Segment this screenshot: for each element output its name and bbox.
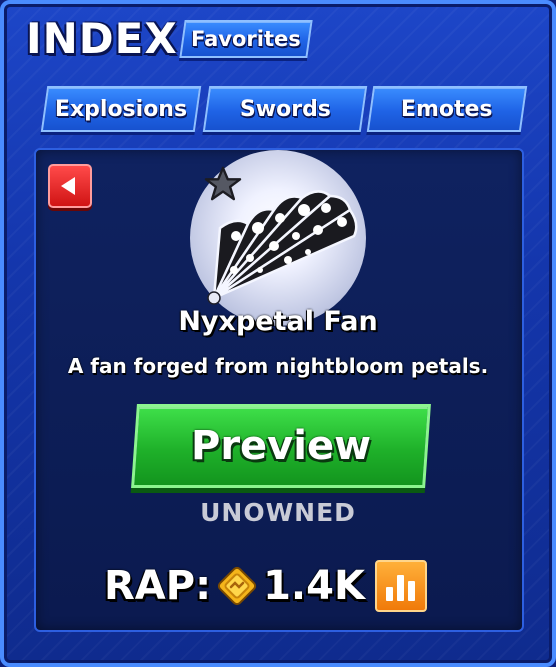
bar-chart-bar [386,587,394,601]
coin-icon [217,566,257,606]
preview-button-label: Preview [190,423,372,469]
index-title: INDEX [26,14,178,63]
star-icon[interactable] [204,166,242,202]
tab-swords[interactable]: Swords [202,86,368,132]
item-description: A fan forged from nightbloom petals. [67,354,489,378]
bar-chart-icon[interactable] [374,560,427,612]
rap-row: RAP: 1.4K [104,558,427,614]
back-arrow-icon [61,177,75,195]
rap-value: 1.4K [263,563,365,609]
bar-chart-bar [397,575,405,601]
favorites-tab-label: Favorites [191,27,301,51]
tab-explosions-label: Explosions [54,96,188,122]
tab-swords-label: Swords [239,96,331,122]
rap-label: RAP: [104,563,212,609]
back-button[interactable] [48,164,92,208]
tab-explosions[interactable]: Explosions [40,86,202,132]
item-name: Nyxpetal Fan [178,306,378,337]
tab-emotes-label: Emotes [401,96,493,122]
bar-chart-bar [408,581,416,601]
ownership-status: UNOWNED [200,498,356,527]
tab-emotes[interactable]: Emotes [366,86,528,132]
favorites-tab[interactable]: Favorites [179,20,313,58]
preview-button[interactable]: Preview [131,404,431,488]
